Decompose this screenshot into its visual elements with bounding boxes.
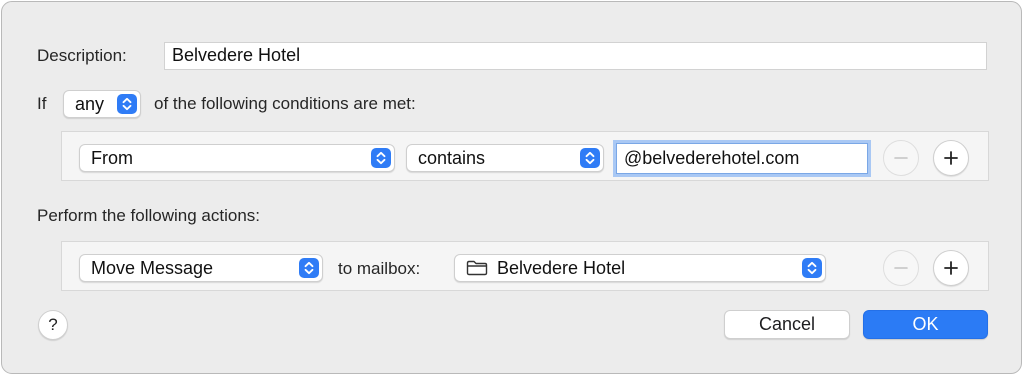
minus-icon: [894, 157, 908, 159]
condition-value-field[interactable]: @belvederehotel.com: [616, 143, 868, 174]
updown-chevron-icon: [802, 258, 822, 278]
actions-label: Perform the following actions:: [37, 206, 260, 225]
updown-chevron-icon: [371, 148, 391, 168]
remove-action-button[interactable]: [883, 250, 919, 286]
plus-icon: [944, 261, 958, 275]
condition-operator-popup[interactable]: contains: [406, 144, 604, 172]
if-label: If: [37, 94, 47, 113]
mailbox-popup[interactable]: Belvedere Hotel: [454, 254, 826, 282]
rule-editor-sheet: Description: Belvedere Hotel If any of t…: [1, 1, 1022, 374]
action-type-popup[interactable]: Move Message: [79, 254, 323, 282]
description-label: Description:: [37, 46, 127, 65]
cancel-button[interactable]: Cancel: [724, 310, 850, 339]
mailbox-value: Belvedere Hotel: [497, 258, 626, 278]
actions-panel: Move Message to mailbox: Belvedere Hotel: [61, 241, 989, 291]
folder-icon: [466, 260, 488, 275]
conditions-panel: From contains @belvederehotel.com: [61, 131, 989, 181]
updown-chevron-icon: [117, 94, 137, 114]
add-action-button[interactable]: [933, 250, 969, 286]
match-mode-popup[interactable]: any: [63, 90, 141, 118]
help-button[interactable]: ?: [38, 310, 68, 340]
description-field[interactable]: Belvedere Hotel: [164, 42, 987, 70]
condition-field-value: From: [91, 148, 133, 168]
action-type-value: Move Message: [91, 258, 214, 278]
ok-button[interactable]: OK: [863, 310, 988, 339]
minus-icon: [894, 267, 908, 269]
condition-operator-value: contains: [418, 148, 486, 168]
updown-chevron-icon: [299, 258, 319, 278]
plus-icon: [944, 151, 958, 165]
conditions-suffix-label: of the following conditions are met:: [154, 94, 416, 113]
to-mailbox-label: to mailbox:: [338, 259, 421, 278]
condition-field-popup[interactable]: From: [79, 144, 395, 172]
match-mode-value: any: [75, 94, 105, 114]
remove-condition-button[interactable]: [883, 140, 919, 176]
updown-chevron-icon: [580, 148, 600, 168]
add-condition-button[interactable]: [933, 140, 969, 176]
